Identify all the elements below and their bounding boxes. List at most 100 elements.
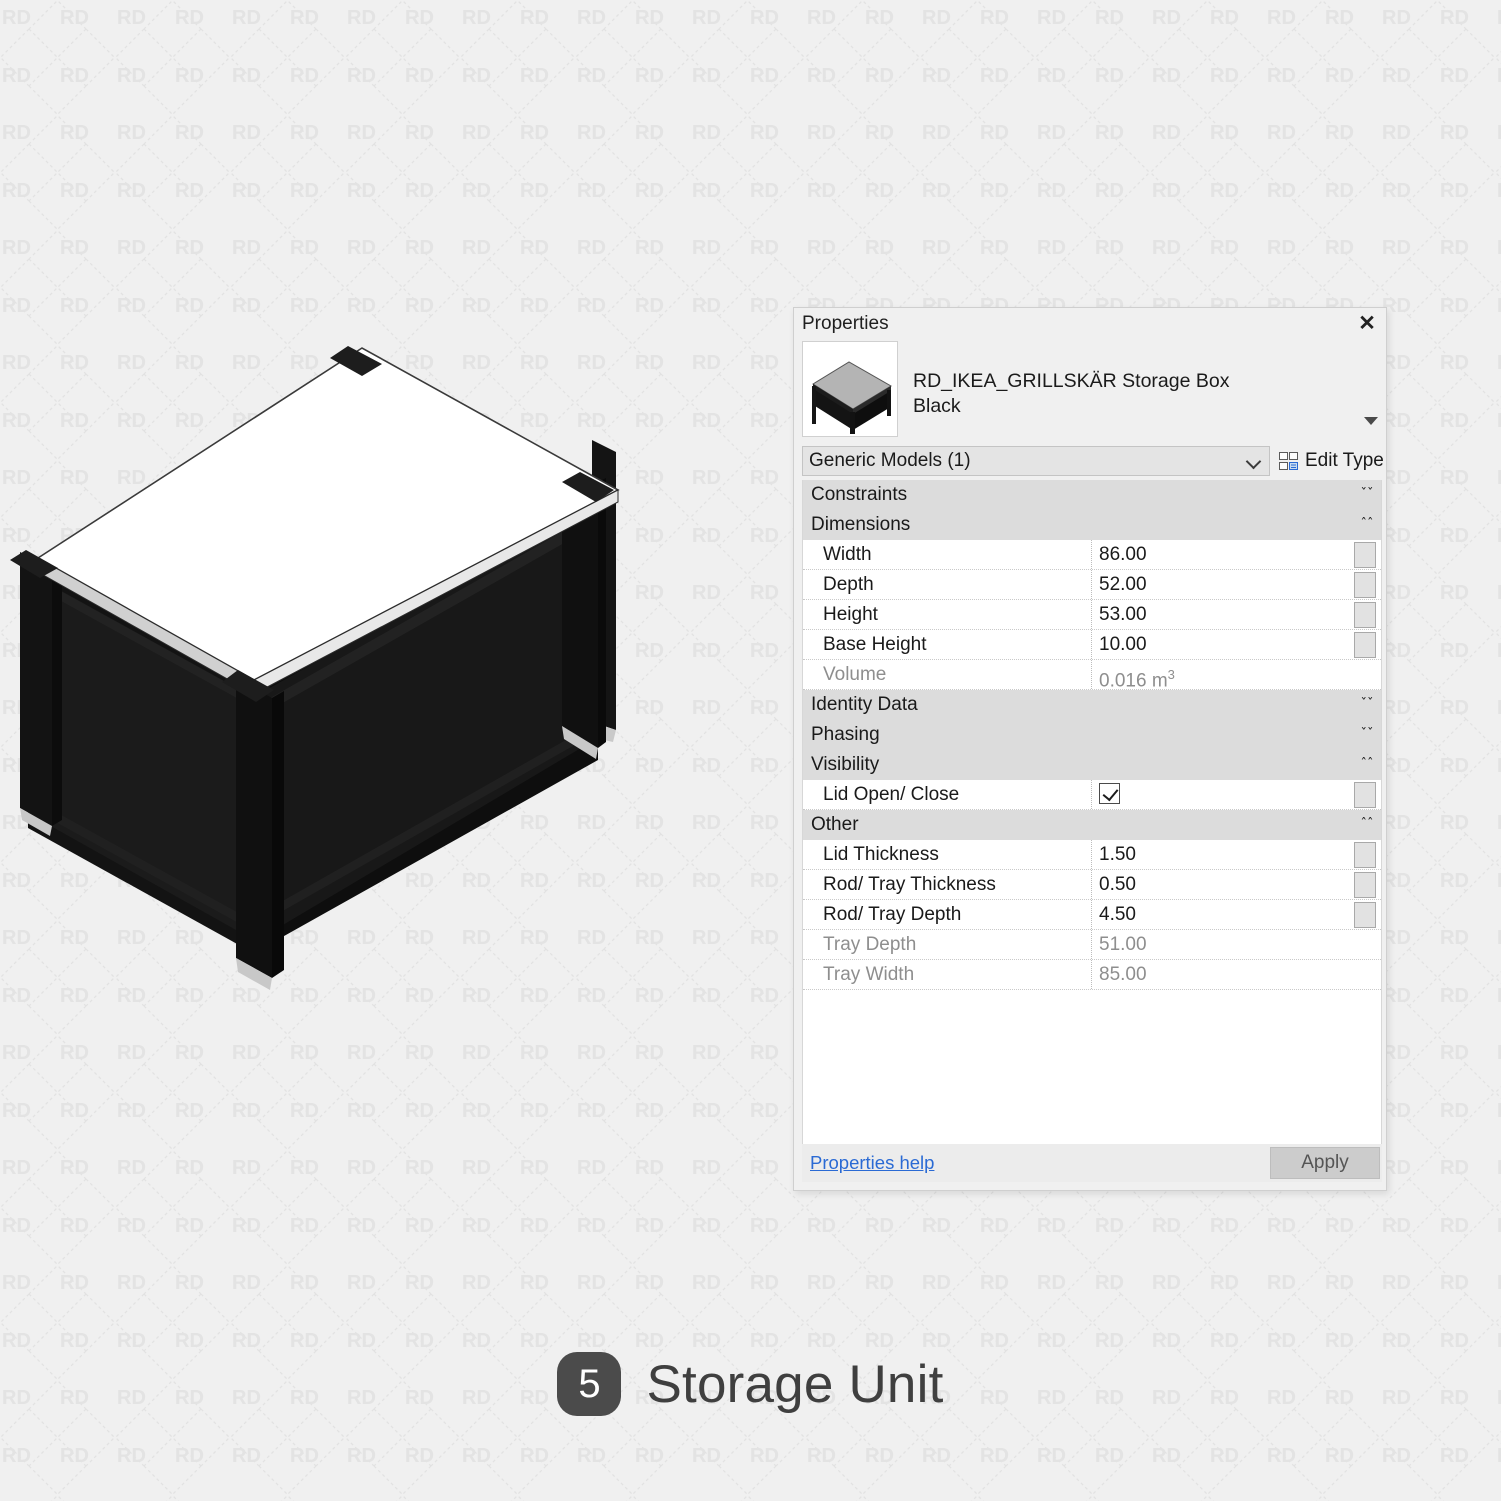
param-associate-button[interactable] xyxy=(1354,572,1376,598)
param-name: Rod/ Tray Thickness xyxy=(803,870,1092,899)
chevron-double-down-icon[interactable]: ˇˇ xyxy=(1360,488,1374,502)
chevron-double-up-icon[interactable]: ˆˆ xyxy=(1360,518,1374,532)
param-value-text: 86.00 xyxy=(1099,544,1147,565)
properties-help-link[interactable]: Properties help xyxy=(810,1152,934,1174)
param-row[interactable]: Tray Depth 51.00 xyxy=(803,930,1381,960)
type-selector-dropdown[interactable]: Generic Models (1) xyxy=(802,446,1270,476)
param-associate-placeholder xyxy=(1354,932,1376,958)
param-value-text: 0.50 xyxy=(1099,874,1136,895)
param-value-text: 85.00 xyxy=(1099,964,1147,985)
param-associate-button[interactable] xyxy=(1354,602,1376,628)
param-value[interactable]: 85.00 xyxy=(1092,960,1381,989)
param-value-text: 51.00 xyxy=(1099,934,1147,955)
model-viewport[interactable] xyxy=(0,330,790,1150)
edit-type-label: Edit Type xyxy=(1305,450,1384,471)
param-group-header[interactable]: Phasing ˇˇ xyxy=(803,720,1381,750)
param-value[interactable]: 52.00 xyxy=(1092,570,1381,599)
param-value[interactable]: 0.50 xyxy=(1092,870,1381,899)
leg-front-left xyxy=(20,552,52,826)
panel-titlebar: Properties ✕ xyxy=(794,308,1386,339)
param-row[interactable]: Lid Open/ Close xyxy=(803,780,1381,810)
param-group-header[interactable]: Constraints ˇˇ xyxy=(803,480,1381,510)
param-name: Lid Thickness xyxy=(803,840,1092,869)
chevron-double-up-icon[interactable]: ˆˆ xyxy=(1360,818,1374,832)
type-selector-value: Generic Models (1) xyxy=(809,450,971,471)
element-name-line1: RD_IKEA_GRILLSKÄR Storage Box xyxy=(913,370,1230,392)
param-group-label: Phasing xyxy=(811,724,880,745)
param-name: Rod/ Tray Depth xyxy=(803,900,1092,929)
param-group-label: Other xyxy=(811,814,859,835)
param-group-header[interactable]: Other ˆˆ xyxy=(803,810,1381,840)
param-value[interactable]: 0.016 m3 xyxy=(1092,660,1381,692)
param-value-text: 53.00 xyxy=(1099,604,1147,625)
param-group-header[interactable]: Identity Data ˇˇ xyxy=(803,690,1381,720)
param-value[interactable]: 10.00 xyxy=(1092,630,1381,659)
storage-box-thumbnail xyxy=(802,341,898,437)
param-group-label: Dimensions xyxy=(811,514,911,535)
param-row[interactable]: Height 53.00 xyxy=(803,600,1381,630)
element-type-header: RD_IKEA_GRILLSKÄR Storage Box Black xyxy=(802,341,1382,441)
param-value[interactable] xyxy=(1092,780,1381,809)
chevron-double-up-icon[interactable]: ˆˆ xyxy=(1360,758,1374,772)
param-row[interactable]: Rod/ Tray Thickness 0.50 xyxy=(803,870,1381,900)
param-associate-button[interactable] xyxy=(1354,872,1376,898)
param-value-superscript: 3 xyxy=(1167,667,1175,682)
param-name: Tray Width xyxy=(803,960,1092,989)
element-name: RD_IKEA_GRILLSKÄR Storage Box Black xyxy=(913,369,1230,419)
checkbox-checked-icon[interactable] xyxy=(1099,782,1120,804)
param-name: Width xyxy=(803,540,1092,569)
param-group-label: Identity Data xyxy=(811,694,918,715)
screenshot-root: RD RD RD RD xyxy=(0,0,1501,1501)
param-value[interactable]: 4.50 xyxy=(1092,900,1381,929)
chevron-down-icon[interactable] xyxy=(1364,417,1378,425)
param-value-text: 4.50 xyxy=(1099,904,1136,925)
param-name: Depth xyxy=(803,570,1092,599)
param-associate-button[interactable] xyxy=(1354,842,1376,868)
param-value[interactable]: 86.00 xyxy=(1092,540,1381,569)
edit-type-icon xyxy=(1279,451,1299,471)
parameter-grid[interactable]: Constraints ˇˇ Dimensions ˆˆ Width 86.00 Depth… xyxy=(802,480,1382,1154)
chevron-double-down-icon[interactable]: ˇˇ xyxy=(1360,728,1374,742)
param-name: Height xyxy=(803,600,1092,629)
apply-button[interactable]: Apply xyxy=(1270,1147,1380,1179)
param-row[interactable]: Depth 52.00 xyxy=(803,570,1381,600)
param-associate-button[interactable] xyxy=(1354,632,1376,658)
figure-caption: 5 Storage Unit xyxy=(0,1352,1501,1416)
param-value[interactable]: 53.00 xyxy=(1092,600,1381,629)
param-group-header[interactable]: Visibility ˆˆ xyxy=(803,750,1381,780)
param-row[interactable]: Width 86.00 xyxy=(803,540,1381,570)
param-row[interactable]: Tray Width 85.00 xyxy=(803,960,1381,990)
param-value[interactable]: 1.50 xyxy=(1092,840,1381,869)
param-name: Lid Open/ Close xyxy=(803,780,1092,809)
param-associate-placeholder xyxy=(1354,962,1376,988)
close-icon[interactable]: ✕ xyxy=(1354,310,1380,336)
param-value-text: 0.016 m xyxy=(1099,670,1168,692)
chevron-double-down-icon[interactable]: ˇˇ xyxy=(1360,698,1374,712)
chevron-down-icon xyxy=(1245,453,1262,470)
element-name-line2: Black xyxy=(913,395,961,417)
param-row[interactable]: Rod/ Tray Depth 4.50 xyxy=(803,900,1381,930)
param-group-label: Constraints xyxy=(811,484,908,505)
param-associate-placeholder xyxy=(1354,662,1376,688)
param-name: Tray Depth xyxy=(803,930,1092,959)
properties-palette: Properties ✕ RD_IKEA_GRILLSKÄR Storage B… xyxy=(793,307,1387,1191)
param-group-label: Visibility xyxy=(811,754,880,775)
param-group-header[interactable]: Dimensions ˆˆ xyxy=(803,510,1381,540)
param-associate-button[interactable] xyxy=(1354,542,1376,568)
param-value-text: 1.50 xyxy=(1099,844,1136,865)
param-row[interactable]: Lid Thickness 1.50 xyxy=(803,840,1381,870)
param-name: Volume xyxy=(803,660,1092,689)
caption-number-badge: 5 xyxy=(557,1352,622,1416)
caption-title: Storage Unit xyxy=(646,1354,944,1414)
param-associate-button[interactable] xyxy=(1354,782,1376,808)
type-selector-row: Generic Models (1) Edit Type xyxy=(802,446,1384,476)
param-associate-button[interactable] xyxy=(1354,902,1376,928)
param-value-text: 10.00 xyxy=(1099,634,1147,655)
panel-title: Properties xyxy=(802,313,889,334)
param-row[interactable]: Volume 0.016 m3 xyxy=(803,660,1381,692)
param-value[interactable]: 51.00 xyxy=(1092,930,1381,959)
param-row[interactable]: Base Height 10.00 xyxy=(803,630,1381,660)
leg-front-center xyxy=(236,678,272,978)
param-value-text: 52.00 xyxy=(1099,574,1147,595)
edit-type-button[interactable]: Edit Type xyxy=(1279,450,1384,472)
